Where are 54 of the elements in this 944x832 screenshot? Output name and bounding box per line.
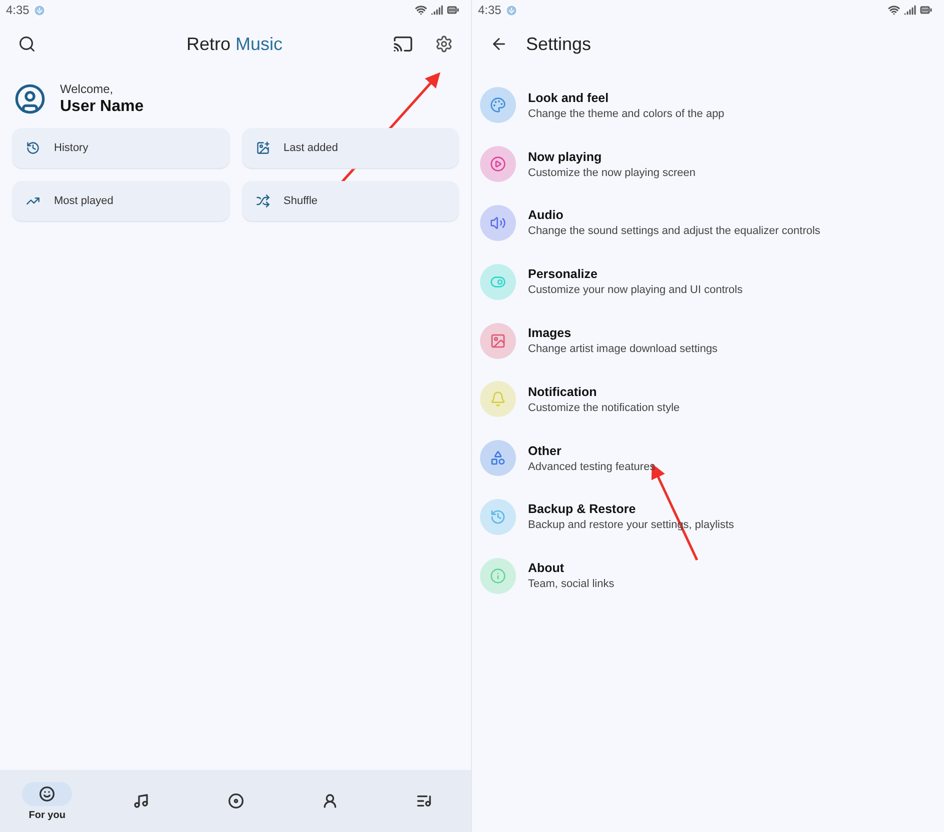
shortcut-card[interactable]: History [12,128,230,168]
item-title: Backup & Restore [528,502,637,516]
settings-item[interactable]: About Team, social links [472,546,944,606]
item-subtitle: Customize the now playing screen [528,166,696,179]
battery-icon [920,4,932,16]
screen-title: Settings [526,34,592,54]
item-title: Images [528,326,572,340]
settings-item[interactable]: Notification Customize the notification style [472,370,944,429]
item-title: Look and feel [528,90,610,105]
download-icon [33,4,46,16]
item-subtitle: Customize the notification style [528,402,680,414]
item-title: Other [528,444,562,458]
welcome-text: Welcome, [60,82,114,96]
wifi-icon [888,4,900,16]
item-title: About [528,561,566,576]
item-subtitle: Customize your now playing and UI controls [528,284,743,296]
cast-icon [393,34,413,54]
shortcut-card[interactable]: Shuffle [242,181,459,221]
shortcut-card[interactable]: Most played [12,181,230,221]
item-subtitle: Change artist image download settings [528,343,718,356]
app-title: Retro Music [185,34,284,54]
gear-icon [435,35,453,53]
playlist-icon [416,793,432,809]
settings-item[interactable]: Now playing Customize the now playing screen [472,134,944,194]
item-title: Personalize [528,267,598,282]
add-image-icon [256,141,270,155]
avatar-icon [14,83,46,115]
signal-icon [431,4,443,16]
user-name: User Name [60,98,144,116]
settings-item[interactable]: Images Change artist image download settings [472,311,944,370]
download-icon [505,4,518,16]
wifi-icon [415,4,427,16]
item-subtitle: Team, social links [528,578,614,590]
signal-icon [904,4,916,16]
status-time: 4:35 [6,3,30,17]
settings-item[interactable]: Look and feel Change the theme and colors of the app [472,76,944,135]
item-title: Audio [528,208,564,222]
shuffle-icon [256,194,270,208]
nav-tab[interactable]: For you [0,780,94,822]
artist-icon [322,793,338,809]
battery-icon [447,4,459,16]
face-icon [39,786,56,802]
status-time: 4:35 [478,3,502,17]
search-icon [18,35,36,53]
item-title: Now playing [528,150,603,164]
item-title: Notification [528,384,598,399]
item-subtitle: Change the sound settings and adjust the equalizer controls [528,225,820,238]
history-icon [26,141,40,155]
shortcut-card[interactable]: Last added [242,128,459,168]
disc-icon [228,793,244,809]
music-note-icon [133,793,150,809]
settings-item[interactable]: Audio Change the sound settings and adjust the equalizer controls [472,194,944,252]
settings-item[interactable]: Personalize Customize your now playing and UI controls [472,252,944,312]
item-subtitle: Change the theme and colors of the app [528,108,724,120]
